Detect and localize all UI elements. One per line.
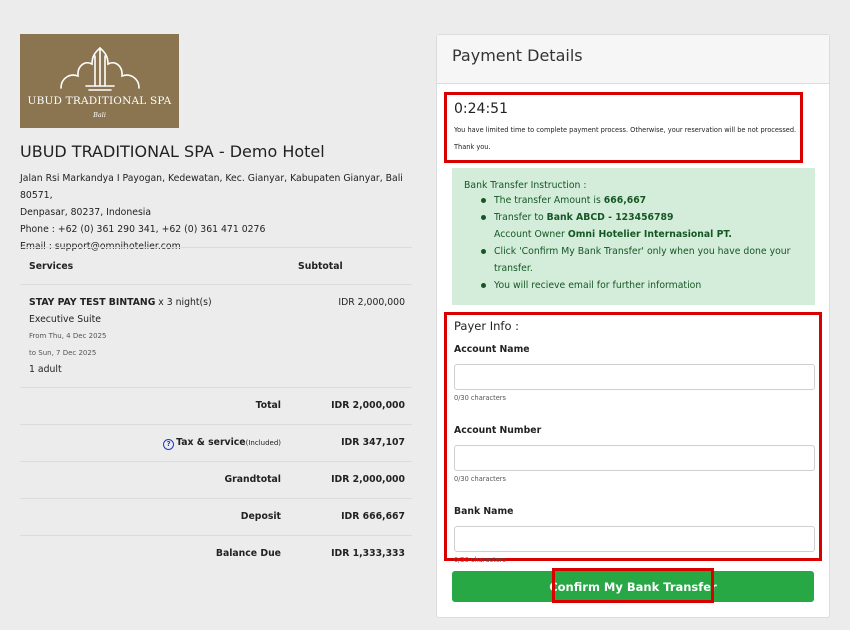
service-item-name: STAY PAY TEST BINTANG x 3 night(s) bbox=[29, 297, 212, 308]
account-name-label: Account Name bbox=[454, 344, 530, 355]
countdown-message-line-1: You have limited time to complete paymen… bbox=[454, 126, 797, 134]
grandtotal-label: Grandtotal bbox=[224, 474, 282, 485]
account-number-label: Account Number bbox=[454, 425, 542, 436]
instruction-amount: The transfer Amount is 666,667 bbox=[464, 192, 803, 209]
account-number-group: Account Number 0/30 characters bbox=[454, 425, 819, 484]
hotel-contact-info: Jalan Rsi Markandya I Payogan, Kedewatan… bbox=[20, 170, 410, 255]
account-owner: Omni Hotelier Internasional PT. bbox=[567, 229, 732, 240]
hotel-logo: UBUD TRADITIONAL SPA Bali bbox=[20, 34, 179, 128]
tax-label-group: ? Tax & service(Included) bbox=[163, 437, 281, 450]
account-name-counter: 0/30 characters bbox=[454, 394, 506, 402]
deposit-row: Deposit IDR 666,667 bbox=[20, 499, 412, 535]
total-row: Total IDR 2,000,000 bbox=[20, 388, 412, 424]
account-name-input[interactable] bbox=[454, 364, 815, 390]
balance-due-row: Balance Due IDR 1,333,333 bbox=[20, 536, 412, 572]
services-header: Services bbox=[29, 261, 74, 272]
check-in-date: From Thu, 4 Dec 2025 bbox=[29, 332, 107, 340]
deposit-value: IDR 666,667 bbox=[341, 511, 405, 522]
bank-name-counter: 0/30 characters bbox=[454, 556, 506, 564]
countdown-box: 0:24:51 You have limited time to complet… bbox=[444, 92, 803, 163]
service-item-price: IDR 2,000,000 bbox=[338, 297, 405, 308]
amount-prefix: The transfer Amount is bbox=[494, 195, 604, 206]
account-number-input[interactable] bbox=[454, 445, 815, 471]
account-name-group: Account Name 0/30 characters bbox=[454, 344, 819, 403]
tax-label: Tax & service bbox=[176, 437, 246, 448]
logo-name: UBUD TRADITIONAL SPA bbox=[27, 95, 172, 107]
account-number-counter: 0/30 characters bbox=[454, 475, 506, 483]
subtotal-header: Subtotal bbox=[298, 261, 343, 272]
instruction-title: Bank Transfer Instruction : bbox=[464, 180, 587, 191]
guest-count: 1 adult bbox=[29, 364, 62, 375]
instruction-email-note: You will recieve email for further infor… bbox=[464, 277, 803, 294]
room-type: Executive Suite bbox=[29, 314, 101, 325]
instruction-owner: Account Owner Omni Hotelier Internasiona… bbox=[464, 226, 803, 243]
countdown-message: You have limited time to complete paymen… bbox=[454, 122, 800, 156]
service-item-row: STAY PAY TEST BINTANG x 3 night(s) IDR 2… bbox=[20, 285, 412, 387]
deposit-label: Deposit bbox=[240, 511, 281, 522]
payer-info-title: Payer Info : bbox=[454, 319, 520, 333]
info-icon[interactable]: ? bbox=[163, 439, 175, 450]
logo-subtitle: Bali bbox=[93, 111, 106, 119]
grandtotal-row: Grandtotal IDR 2,000,000 bbox=[20, 462, 412, 498]
countdown-message-line-2: Thank you. bbox=[454, 143, 491, 151]
bank-name-label: Bank Name bbox=[454, 506, 514, 517]
check-out-date: to Sun, 7 Dec 2025 bbox=[29, 349, 97, 357]
hotel-address-line-2: Denpasar, 80237, Indonesia bbox=[20, 207, 152, 218]
balance-due-value: IDR 1,333,333 bbox=[331, 548, 405, 559]
instruction-confirm-note: Click 'Confirm My Bank Transfer' only wh… bbox=[464, 243, 803, 277]
nights-count: x 3 night(s) bbox=[155, 297, 212, 308]
services-table-header: Services Subtotal bbox=[20, 248, 412, 284]
payer-info-form: Payer Info : Account Name 0/30 character… bbox=[444, 312, 822, 564]
hotel-address-line-1: Jalan Rsi Markandya I Payogan, Kedewatan… bbox=[20, 173, 403, 201]
transfer-prefix: Transfer to bbox=[494, 212, 547, 223]
tax-value: IDR 347,107 bbox=[341, 437, 405, 448]
hotel-phone: Phone : +62 (0) 361 290 341, +62 (0) 361… bbox=[20, 224, 266, 235]
owner-prefix: Account Owner bbox=[494, 229, 568, 240]
spa-emblem-icon bbox=[60, 46, 140, 91]
hotel-title: UBUD TRADITIONAL SPA - Demo Hotel bbox=[20, 142, 325, 161]
bank-account: Bank ABCD - 123456789 bbox=[546, 212, 674, 223]
grandtotal-value: IDR 2,000,000 bbox=[331, 474, 405, 485]
instruction-list: The transfer Amount is 666,667 Transfer … bbox=[464, 192, 803, 294]
instruction-bank: Transfer to Bank ABCD - 123456789 bbox=[464, 209, 803, 226]
tax-row: ? Tax & service(Included) IDR 347,107 bbox=[20, 425, 412, 461]
payment-details-title: Payment Details bbox=[437, 35, 829, 84]
tax-note: (Included) bbox=[245, 439, 281, 447]
transfer-amount: 666,667 bbox=[603, 195, 647, 206]
payment-details-card: Payment Details 0:24:51 You have limited… bbox=[436, 34, 830, 618]
package-name: STAY PAY TEST BINTANG bbox=[29, 297, 156, 308]
balance-due-label: Balance Due bbox=[215, 548, 281, 559]
total-value: IDR 2,000,000 bbox=[331, 400, 405, 411]
bank-name-input[interactable] bbox=[454, 526, 815, 552]
booking-summary-table: Services Subtotal STAY PAY TEST BINTANG … bbox=[20, 247, 412, 572]
bank-transfer-instruction: Bank Transfer Instruction : The transfer… bbox=[452, 168, 815, 305]
total-label: Total bbox=[255, 400, 281, 411]
confirm-bank-transfer-button[interactable]: Confirm My Bank Transfer bbox=[452, 571, 814, 602]
countdown-timer: 0:24:51 bbox=[454, 101, 508, 117]
bank-name-group: Bank Name 0/30 characters bbox=[454, 506, 819, 565]
